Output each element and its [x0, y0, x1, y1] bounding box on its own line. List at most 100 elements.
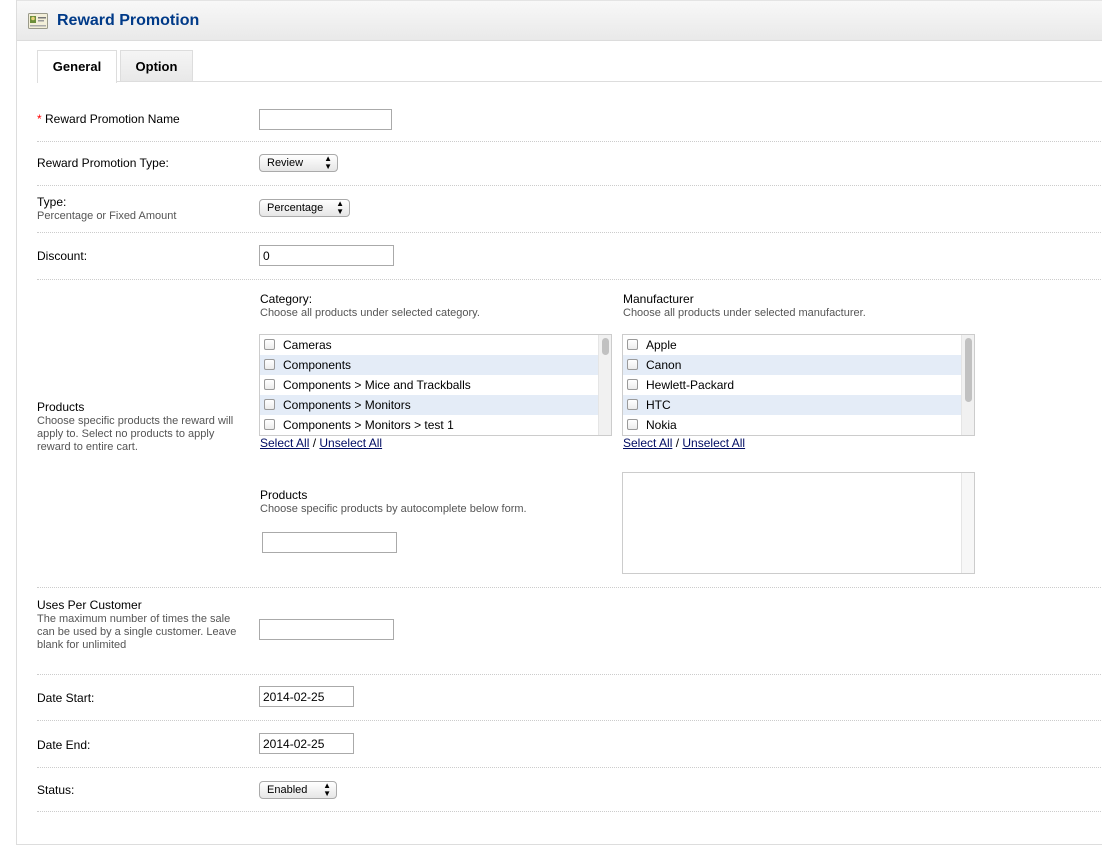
discount-input[interactable] [259, 245, 394, 266]
link-separator: / [675, 436, 680, 450]
manufacturer-item-label: Nokia [646, 418, 677, 432]
type-label: Type: [37, 195, 67, 209]
manufacturer-list[interactable]: Apple Canon Hewlett-Packard HTC Nokia [622, 334, 975, 436]
scroll-thumb[interactable] [965, 338, 972, 402]
tab-option[interactable]: Option [120, 50, 193, 82]
uses-per-customer-label: Uses Per Customer [37, 598, 142, 612]
manufacturer-item-label: HTC [646, 398, 671, 412]
manufacturer-item-label: Canon [646, 358, 682, 372]
list-item[interactable]: Hewlett-Packard [623, 375, 974, 395]
row-date-start: Date Start: [37, 675, 1102, 721]
promotion-name-label: * Reward Promotion Name [37, 112, 180, 126]
date-start-label: Date Start: [37, 691, 95, 705]
status-select[interactable]: Enabled ▲ ▼ [259, 781, 337, 799]
checkbox[interactable] [627, 399, 638, 410]
link-separator: / [312, 436, 317, 450]
uses-per-customer-input[interactable] [259, 619, 394, 640]
checkbox[interactable] [264, 399, 275, 410]
checkbox[interactable] [627, 359, 638, 370]
list-item[interactable]: Apple [623, 335, 974, 355]
selected-products-list[interactable] [622, 472, 975, 574]
page-title: Reward Promotion [57, 12, 200, 29]
category-help: Choose all products under selected categ… [260, 307, 480, 319]
promotion-name-label-text: Reward Promotion Name [45, 112, 180, 126]
list-item[interactable]: Components > Monitors [260, 395, 611, 415]
row-promotion-name: * Reward Promotion Name [37, 97, 1102, 142]
checkbox[interactable] [264, 339, 275, 350]
promotion-type-select[interactable]: Review ▲ ▼ [259, 154, 338, 172]
category-scrollbar[interactable] [598, 335, 611, 435]
uses-per-customer-help: The maximum number of times the sale can… [37, 613, 237, 651]
manufacturer-scrollbar[interactable] [961, 335, 974, 435]
category-item-label: Components > Mice and Trackballs [283, 378, 471, 392]
row-type: Type: Percentage or Fixed Amount Percent… [37, 186, 1102, 233]
selected-products-scrollbar[interactable] [961, 473, 974, 573]
type-help: Percentage or Fixed Amount [37, 210, 177, 222]
manufacturer-unselect-all-link[interactable]: Unselect All [682, 436, 745, 450]
category-label-block: Category: Choose all products under sele… [260, 292, 600, 320]
products-help: Choose specific products the reward will… [37, 415, 234, 453]
products-label: Products [37, 400, 85, 414]
category-select-all-link[interactable]: Select All [260, 436, 309, 450]
row-products: Products Choose specific products the re… [37, 280, 1102, 588]
promotion-card-icon [28, 13, 48, 29]
status-value: Enabled [267, 784, 308, 796]
date-end-input[interactable] [259, 733, 354, 754]
scroll-thumb[interactable] [602, 338, 609, 355]
checkbox[interactable] [627, 339, 638, 350]
list-item[interactable]: Components > Mice and Trackballs [260, 375, 611, 395]
row-promotion-type: Reward Promotion Type: Review ▲ ▼ [37, 142, 1102, 186]
product-autocomplete-input[interactable] [262, 532, 397, 553]
category-select-links: Select All / Unselect All [260, 436, 382, 450]
category-item-label: Components > Monitors > test 1 [283, 418, 454, 432]
type-select[interactable]: Percentage ▲ ▼ [259, 199, 350, 217]
tab-general[interactable]: General [37, 50, 117, 83]
list-item[interactable]: Components > Monitors > test 1 [260, 415, 611, 435]
checkbox[interactable] [264, 379, 275, 390]
checkbox[interactable] [264, 419, 275, 430]
promotion-name-input[interactable] [259, 109, 392, 130]
checkbox[interactable] [627, 419, 638, 430]
manufacturer-item-label: Apple [646, 338, 677, 352]
uses-per-customer-label-block: Uses Per Customer The maximum number of … [37, 598, 237, 652]
required-mark: * [37, 112, 42, 126]
select-arrows-icon: ▲ ▼ [336, 199, 344, 216]
type-label-block: Type: Percentage or Fixed Amount [37, 195, 176, 223]
checkbox[interactable] [264, 359, 275, 370]
list-item[interactable]: Nokia [623, 415, 974, 435]
manufacturer-label: Manufacturer [623, 292, 694, 306]
row-discount: Discount: [37, 233, 1102, 280]
category-unselect-all-link[interactable]: Unselect All [319, 436, 382, 450]
category-item-label: Components > Monitors [283, 398, 411, 412]
row-uses-per-customer: Uses Per Customer The maximum number of … [37, 588, 1102, 675]
category-list[interactable]: Cameras Components Components > Mice and… [259, 334, 612, 436]
list-item[interactable]: Cameras [260, 335, 611, 355]
promotion-type-value: Review [267, 157, 304, 169]
discount-label: Discount: [37, 249, 88, 263]
select-arrows-icon: ▲ ▼ [323, 781, 331, 798]
date-start-input[interactable] [259, 686, 354, 707]
date-end-label: Date End: [37, 738, 91, 752]
panel-heading: Reward Promotion [17, 0, 1102, 41]
manufacturer-select-all-link[interactable]: Select All [623, 436, 672, 450]
checkbox[interactable] [627, 379, 638, 390]
category-item-label: Cameras [283, 338, 332, 352]
autocomplete-label: Products [260, 488, 308, 502]
row-date-end: Date End: [37, 721, 1102, 768]
manufacturer-select-links: Select All / Unselect All [623, 436, 745, 450]
autocomplete-label-block: Products Choose specific products by aut… [260, 488, 600, 516]
list-item[interactable]: Canon [623, 355, 974, 375]
manufacturer-help: Choose all products under selected manuf… [623, 307, 866, 319]
products-label-block: Products Choose specific products the re… [37, 400, 237, 454]
manufacturer-label-block: Manufacturer Choose all products under s… [623, 292, 963, 320]
autocomplete-help: Choose specific products by autocomplete… [260, 503, 527, 515]
tab-divider [37, 81, 1102, 82]
promotion-type-label: Reward Promotion Type: [37, 156, 169, 170]
list-item[interactable]: Components [260, 355, 611, 375]
list-item[interactable]: HTC [623, 395, 974, 415]
reward-promotion-panel: Reward Promotion General Option * Reward… [16, 0, 1102, 845]
row-status: Status: Enabled ▲ ▼ [37, 768, 1102, 812]
active-tab-gap [38, 81, 116, 82]
category-label: Category: [260, 292, 313, 306]
status-label: Status: [37, 783, 75, 797]
